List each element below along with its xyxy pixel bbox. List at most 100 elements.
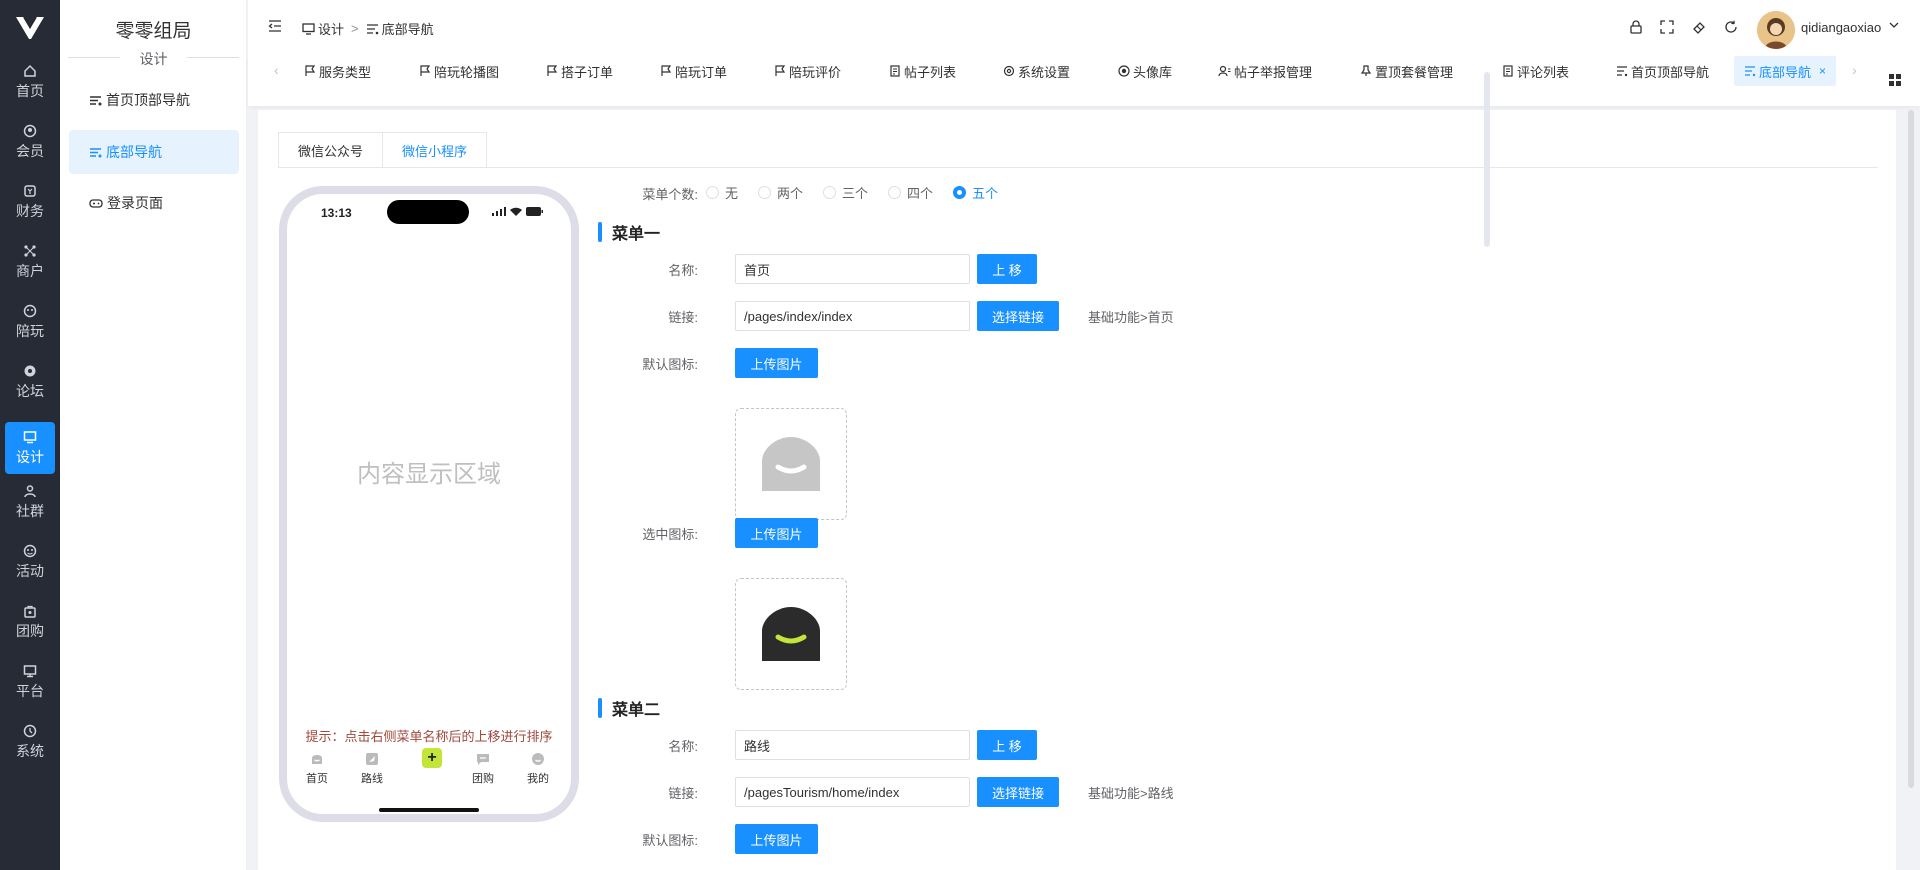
- flag-icon: [546, 65, 558, 77]
- sidebar-item-community[interactable]: 社群: [5, 476, 55, 528]
- menu-1-upload-default-button[interactable]: 上传图片: [735, 348, 818, 378]
- grid-icon[interactable]: [1888, 73, 1902, 87]
- page-scrollbar[interactable]: [1908, 110, 1914, 788]
- tab-bottom-nav[interactable]: 底部导航 ×: [1734, 56, 1837, 86]
- tab-companion-orders[interactable]: 陪玩订单: [660, 56, 727, 86]
- tabbar-item-group-buy[interactable]: 团购: [463, 752, 503, 786]
- tabbar-publish-button[interactable]: +: [422, 748, 442, 768]
- menu-1-selected-icon-preview[interactable]: [735, 578, 847, 690]
- menu-2-link-input[interactable]: [735, 777, 970, 807]
- sub-item-login-page[interactable]: 登录页面: [69, 181, 239, 225]
- breadcrumb-item: 底部导航: [381, 22, 434, 37]
- sub-item-home-top-nav[interactable]: 首页顶部导航: [69, 78, 239, 122]
- top-header: 设计 > 底部导航 qidiangaoxiao: [248, 0, 1920, 56]
- sidebar-item-forum[interactable]: 论坛: [5, 356, 55, 408]
- refresh-icon[interactable]: [1724, 20, 1738, 34]
- menu-1-name-input[interactable]: [735, 254, 970, 284]
- sidebar-item-platform[interactable]: 平台: [5, 656, 55, 708]
- tab-label: 陪玩轮播图: [434, 64, 500, 80]
- lock-icon[interactable]: [1629, 20, 1643, 34]
- tabbar-item-mine[interactable]: 我的: [518, 752, 558, 786]
- sidebar-item-home[interactable]: 首页: [5, 56, 55, 108]
- tab-system-settings[interactable]: 系统设置: [1003, 56, 1070, 86]
- menu-1-link-desc: 基础功能>首页: [1088, 310, 1174, 325]
- sidebar-item-finance[interactable]: 财务: [5, 176, 55, 228]
- sidebar-item-label: 会员: [16, 142, 44, 159]
- menu-count-option-none[interactable]: 无: [706, 183, 738, 202]
- logo[interactable]: [0, 0, 60, 56]
- menu-2-choose-link-button[interactable]: 选择链接: [977, 777, 1059, 807]
- home-default-icon: [760, 435, 822, 493]
- username[interactable]: qidiangaoxiao: [1801, 20, 1881, 35]
- target-icon: [1118, 65, 1130, 77]
- home-indicator: [379, 808, 479, 812]
- menu-count-option-three[interactable]: 三个: [823, 183, 868, 202]
- tab-home-top-nav[interactable]: 首页顶部导航: [1616, 56, 1709, 86]
- tabbar-item-home[interactable]: 首页: [297, 752, 337, 786]
- fullscreen-icon[interactable]: [1660, 20, 1674, 34]
- form-scrollbar[interactable]: [1484, 72, 1490, 247]
- menu-2-move-up-button[interactable]: 上 移: [977, 730, 1037, 760]
- tabs-scroll-left-icon[interactable]: ‹: [274, 62, 279, 78]
- community-icon: [23, 484, 37, 498]
- avatar[interactable]: [1757, 11, 1795, 49]
- menu-count-option-four[interactable]: 四个: [888, 183, 933, 202]
- sub-item-label: 底部导航: [106, 144, 162, 160]
- tab-partner-orders[interactable]: 搭子订单: [546, 56, 613, 86]
- menu-1-link-input[interactable]: [735, 301, 970, 331]
- chevron-down-icon[interactable]: [1889, 22, 1899, 29]
- menu-2-name-input[interactable]: [735, 730, 970, 760]
- list-icon: [1616, 65, 1628, 77]
- tab-service-type[interactable]: 服务类型: [304, 56, 371, 86]
- menu-2-name-label: 名称:: [668, 739, 698, 754]
- tab-avatar-library[interactable]: 头像库: [1118, 56, 1172, 86]
- menu-1-upload-selected-button[interactable]: 上传图片: [735, 518, 818, 548]
- menu-2-link-label: 链接:: [668, 786, 698, 801]
- sidebar-item-member[interactable]: 会员: [5, 116, 55, 168]
- sidebar-item-design[interactable]: 设计: [5, 422, 55, 474]
- content-panel: 微信公众号 微信小程序 13:13 内容显示区域 提示：点击右侧菜单名称后的上移…: [258, 110, 1896, 870]
- menu-count-option-two[interactable]: 两个: [758, 183, 803, 202]
- sidebar-item-activity[interactable]: 活动: [5, 536, 55, 588]
- sub-item-bottom-nav[interactable]: 底部导航: [69, 130, 239, 174]
- menu-1-choose-link-button[interactable]: 选择链接: [977, 301, 1059, 331]
- close-icon[interactable]: ×: [1819, 64, 1826, 78]
- home-icon: [23, 64, 37, 78]
- tabbar-label: 路线: [361, 773, 383, 785]
- menu-count-option-five[interactable]: 五个: [953, 183, 998, 202]
- home-tab-icon: [310, 752, 324, 766]
- sidebar-item-companion[interactable]: 陪玩: [5, 296, 55, 348]
- tabs-scroll-right-icon[interactable]: ›: [1852, 62, 1857, 78]
- document-icon: [889, 65, 901, 77]
- sidebar-item-merchant[interactable]: 商户: [5, 236, 55, 288]
- sidebar-item-label: 财务: [16, 202, 44, 219]
- tab-pin-packages[interactable]: 置顶套餐管理: [1360, 56, 1453, 86]
- system-icon: [23, 724, 37, 738]
- sidebar-item-label: 陪玩: [16, 322, 44, 339]
- clear-cache-icon[interactable]: [1692, 20, 1706, 34]
- tab-wechat-official[interactable]: 微信公众号: [278, 132, 384, 168]
- menu-1-default-icon-preview[interactable]: [735, 408, 847, 520]
- sidebar-item-system[interactable]: 系统: [5, 716, 55, 768]
- tab-label: 搭子订单: [561, 64, 614, 80]
- tab-post-reports[interactable]: 帖子举报管理: [1218, 56, 1312, 86]
- phone-preview: 13:13 内容显示区域 提示：点击右侧菜单名称后的上移进行排序 首页 路线 +…: [279, 186, 579, 822]
- tab-label: 置顶套餐管理: [1375, 64, 1454, 80]
- radio-label: 三个: [842, 186, 869, 201]
- tab-wechat-miniprogram[interactable]: 微信小程序: [383, 132, 488, 168]
- sidebar-item-group-buy[interactable]: 团购: [5, 596, 55, 648]
- primary-sidebar: 首页 会员 财务 商户 陪玩 论坛 设计 社群 活动 团购 平台 系统: [0, 0, 60, 870]
- tab-companion-reviews[interactable]: 陪玩评价: [774, 56, 841, 86]
- tabbar-item-route[interactable]: 路线: [352, 752, 392, 786]
- collapse-menu-icon[interactable]: [268, 19, 282, 33]
- content-placeholder: 内容显示区域: [357, 461, 501, 488]
- tab-comment-list[interactable]: 评论列表: [1502, 56, 1569, 86]
- tab-companion-carousel[interactable]: 陪玩轮播图: [419, 56, 499, 86]
- tab-post-list[interactable]: 帖子列表: [889, 56, 956, 86]
- menu-count-radio-group: 无 两个 三个 四个 五个: [706, 183, 1018, 202]
- breadcrumb-item[interactable]: 设计: [318, 19, 344, 38]
- menu-1-move-up-button[interactable]: 上 移: [977, 254, 1037, 284]
- finance-icon: [23, 184, 37, 198]
- breadcrumb: 设计 > 底部导航: [302, 19, 434, 38]
- menu-2-upload-default-button[interactable]: 上传图片: [735, 824, 818, 854]
